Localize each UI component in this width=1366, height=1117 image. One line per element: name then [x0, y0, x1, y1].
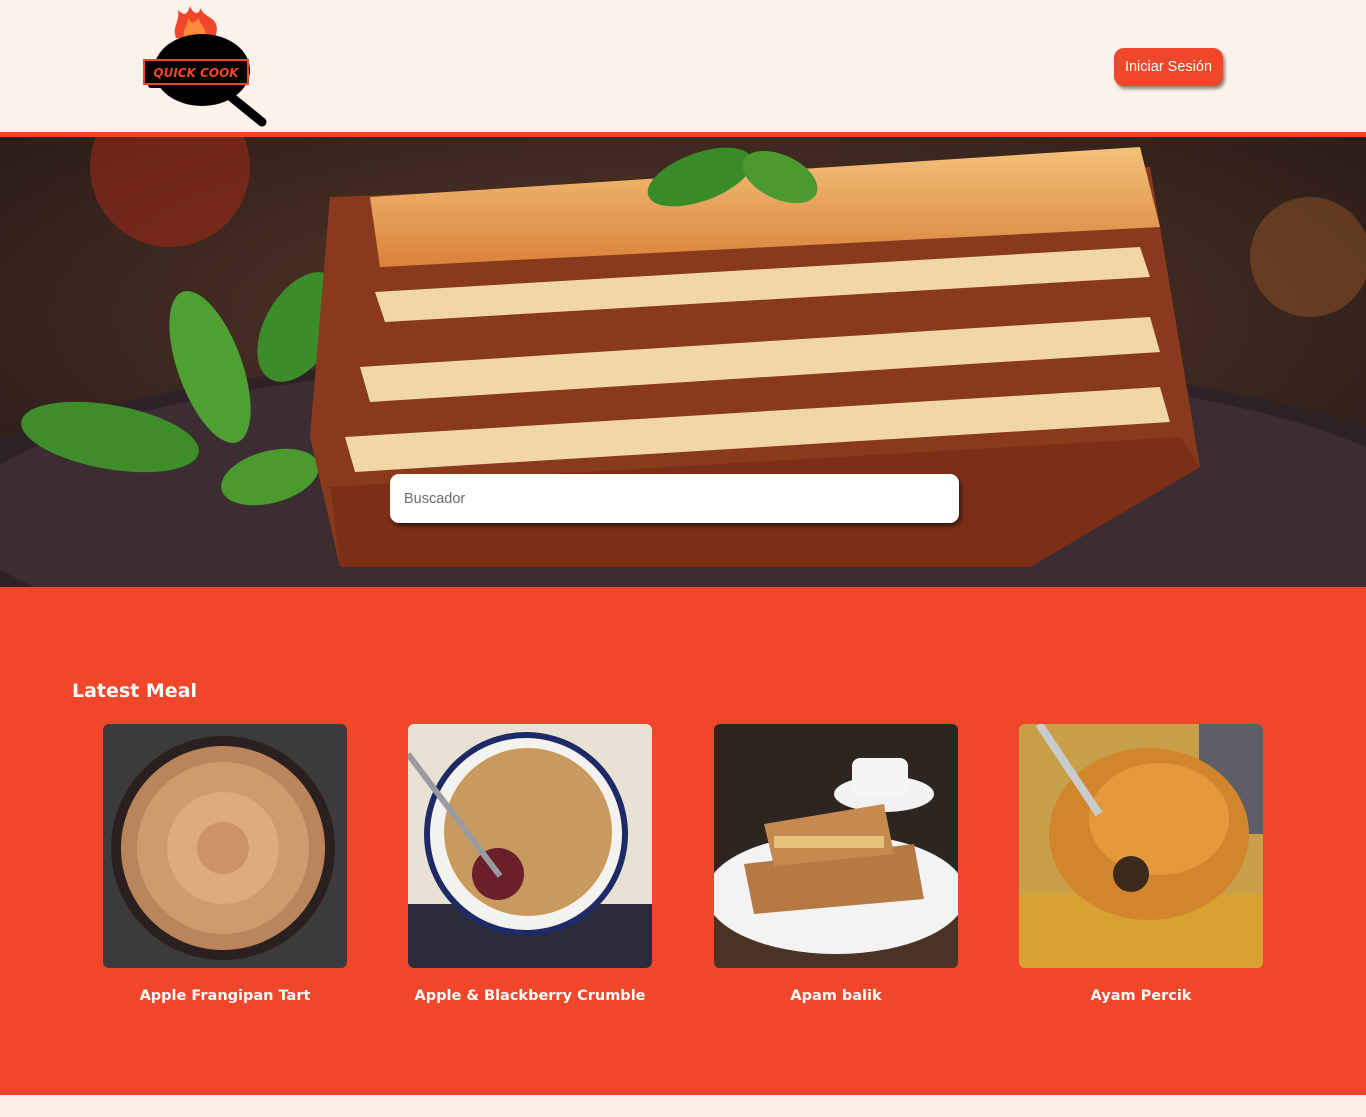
- meal-image: [408, 724, 652, 968]
- page-footer: [0, 1095, 1366, 1117]
- search-input[interactable]: [390, 474, 959, 523]
- hero-banner: [0, 137, 1366, 587]
- meal-name: Apam balik: [790, 988, 882, 1004]
- meal-name: Ayam Percik: [1090, 988, 1192, 1004]
- meal-card[interactable]: Apple Frangipan Tart: [103, 724, 347, 1004]
- meal-card[interactable]: Ayam Percik: [1019, 724, 1263, 1004]
- quick-cook-logo[interactable]: QUICK COOK: [140, 4, 270, 130]
- meal-name: Apple & Blackberry Crumble: [414, 988, 646, 1004]
- latest-meals-section: Latest Meal Apple Frangipan Tart Apple &…: [0, 587, 1366, 1095]
- meal-image: [714, 724, 958, 968]
- login-button[interactable]: Iniciar Sesión: [1114, 48, 1223, 86]
- meal-card[interactable]: Apam balik: [714, 724, 958, 1004]
- meal-name: Apple Frangipan Tart: [139, 988, 311, 1004]
- logo-wordmark: QUICK COOK: [153, 66, 240, 80]
- meal-image: [103, 724, 347, 968]
- site-header: QUICK COOK Iniciar Sesión: [0, 0, 1366, 132]
- section-title: Latest Meal: [72, 680, 198, 702]
- meal-card[interactable]: Apple & Blackberry Crumble: [408, 724, 652, 1004]
- meal-image: [1019, 724, 1263, 968]
